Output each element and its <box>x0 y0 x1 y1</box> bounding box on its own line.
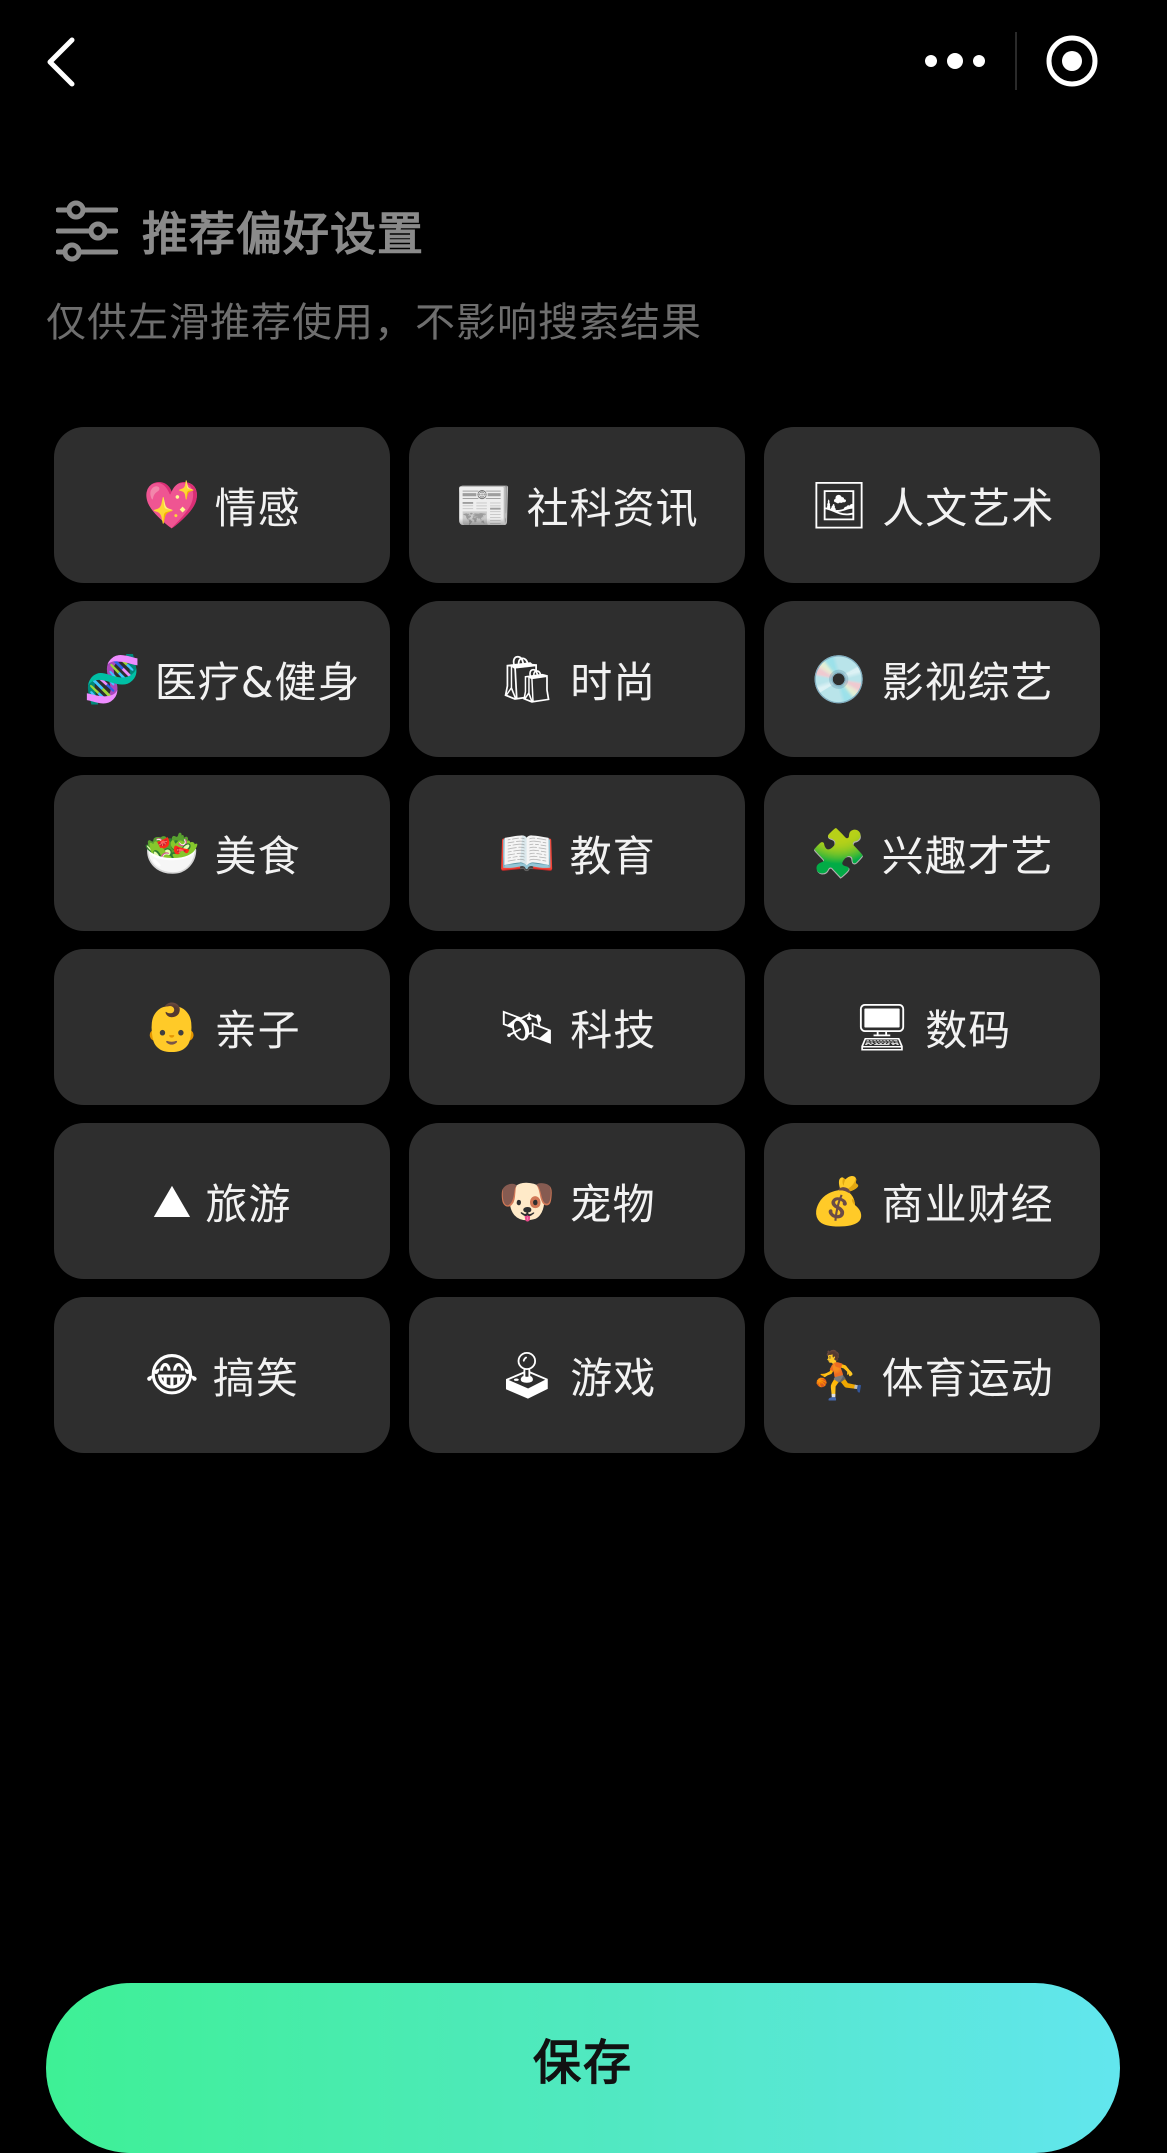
dog-face-icon: 🐶 <box>498 1174 556 1228</box>
top-bar <box>0 0 1167 130</box>
interest-tag-label: 影视综艺 <box>881 657 1054 707</box>
interest-tag-label: 商业财经 <box>881 1179 1054 1229</box>
capsule-divider <box>1015 32 1017 90</box>
interest-tag-label: 情感 <box>214 483 301 533</box>
interest-tag[interactable]: 🥗 美食 <box>54 775 390 931</box>
interest-tag[interactable]: 🧩 兴趣才艺 <box>764 775 1100 931</box>
page-subtitle: 仅供左滑推荐使用，不影响搜索结果 <box>46 300 702 346</box>
interest-tag-label: 兴趣才艺 <box>881 831 1054 881</box>
dna-icon: 🧬 <box>83 652 141 706</box>
newspaper-icon: 📰 <box>455 478 513 532</box>
interest-tag-label: 游戏 <box>570 1353 657 1403</box>
interest-tag-label: 旅游 <box>205 1179 292 1229</box>
page-title: 推荐偏好设置 <box>142 207 424 261</box>
interest-tag-label: 数码 <box>925 1005 1012 1055</box>
interest-tag-label: 教育 <box>569 831 656 881</box>
close-button[interactable] <box>1022 20 1122 102</box>
chevron-left-icon <box>47 37 75 87</box>
interest-tag-label: 医疗&健身 <box>154 657 361 707</box>
interest-tag[interactable]: 🕹 游戏 <box>409 1297 745 1453</box>
laughing-face-icon: 😂 <box>145 1348 199 1402</box>
interest-tag[interactable]: 🖼 人文艺术 <box>764 427 1100 583</box>
open-book-icon: 📖 <box>498 826 556 880</box>
desktop-computer-icon: 🖥 <box>852 1000 912 1054</box>
mini-program-capsule <box>900 20 1122 102</box>
interest-tag[interactable]: 🛍 时尚 <box>409 601 745 757</box>
interest-tag[interactable]: 🐶 宠物 <box>409 1123 745 1279</box>
interest-tag[interactable]: ⛰ 旅游 <box>54 1123 390 1279</box>
interest-tag-label: 搞笑 <box>212 1353 299 1403</box>
salad-icon: 🥗 <box>143 826 201 880</box>
back-button[interactable] <box>30 28 94 96</box>
interest-tag-label: 亲子 <box>214 1005 301 1055</box>
mountain-icon: ⛰ <box>152 1174 192 1228</box>
optical-disc-icon: 💿 <box>810 652 868 706</box>
interest-tag[interactable]: 👶 亲子 <box>54 949 390 1105</box>
sparkling-heart-icon: 💖 <box>143 478 201 532</box>
target-circle-icon <box>1046 35 1098 87</box>
baby-icon: 👶 <box>143 1000 201 1054</box>
joystick-icon: 🕹 <box>497 1348 557 1402</box>
interest-tag-label: 人文艺术 <box>882 483 1055 533</box>
interest-tag-label: 体育运动 <box>881 1353 1054 1403</box>
interest-tag[interactable]: 💖 情感 <box>54 427 390 583</box>
save-button[interactable]: 保存 <box>46 1983 1120 2153</box>
more-button[interactable] <box>900 20 1010 102</box>
more-dots-icon <box>925 53 985 69</box>
interest-tag[interactable]: 🛰 科技 <box>409 949 745 1105</box>
header: 推荐偏好设置 <box>56 196 424 266</box>
interest-tag-label: 宠物 <box>569 1179 656 1229</box>
interest-tag[interactable]: 💰 商业财经 <box>764 1123 1100 1279</box>
interest-tag-label: 时尚 <box>570 657 657 707</box>
interest-tag[interactable]: 😂 搞笑 <box>54 1297 390 1453</box>
interest-tag[interactable]: 📖 教育 <box>409 775 745 931</box>
puzzle-piece-icon: 🧩 <box>810 826 868 880</box>
interest-tag[interactable]: ⛹ 体育运动 <box>764 1297 1100 1453</box>
interest-tag-label: 社科资讯 <box>526 483 699 533</box>
interest-tag[interactable]: 🧬 医疗&健身 <box>54 601 390 757</box>
interest-tag[interactable]: 🖥 数码 <box>764 949 1100 1105</box>
interest-tag[interactable]: 💿 影视综艺 <box>764 601 1100 757</box>
interest-tag-label: 科技 <box>570 1005 657 1055</box>
interest-tag-grid: 💖 情感 📰 社科资讯 🖼 人文艺术 🧬 医疗&健身 🛍 时尚 💿 影视综艺 🥗 美食 📖 教育 🧩 兴趣才艺 👶 亲… <box>54 427 1100 1453</box>
basketball-player-icon: ⛹ <box>810 1348 868 1402</box>
money-bag-icon: 💰 <box>810 1174 868 1228</box>
sliders-icon <box>56 200 118 262</box>
save-button-label: 保存 <box>532 2035 633 2091</box>
shopping-bags-icon: 🛍 <box>497 652 557 706</box>
interest-tag[interactable]: 📰 社科资讯 <box>409 427 745 583</box>
satellite-icon: 🛰 <box>497 1000 557 1054</box>
interest-tag-label: 美食 <box>214 831 301 881</box>
framed-picture-icon: 🖼 <box>809 478 869 532</box>
